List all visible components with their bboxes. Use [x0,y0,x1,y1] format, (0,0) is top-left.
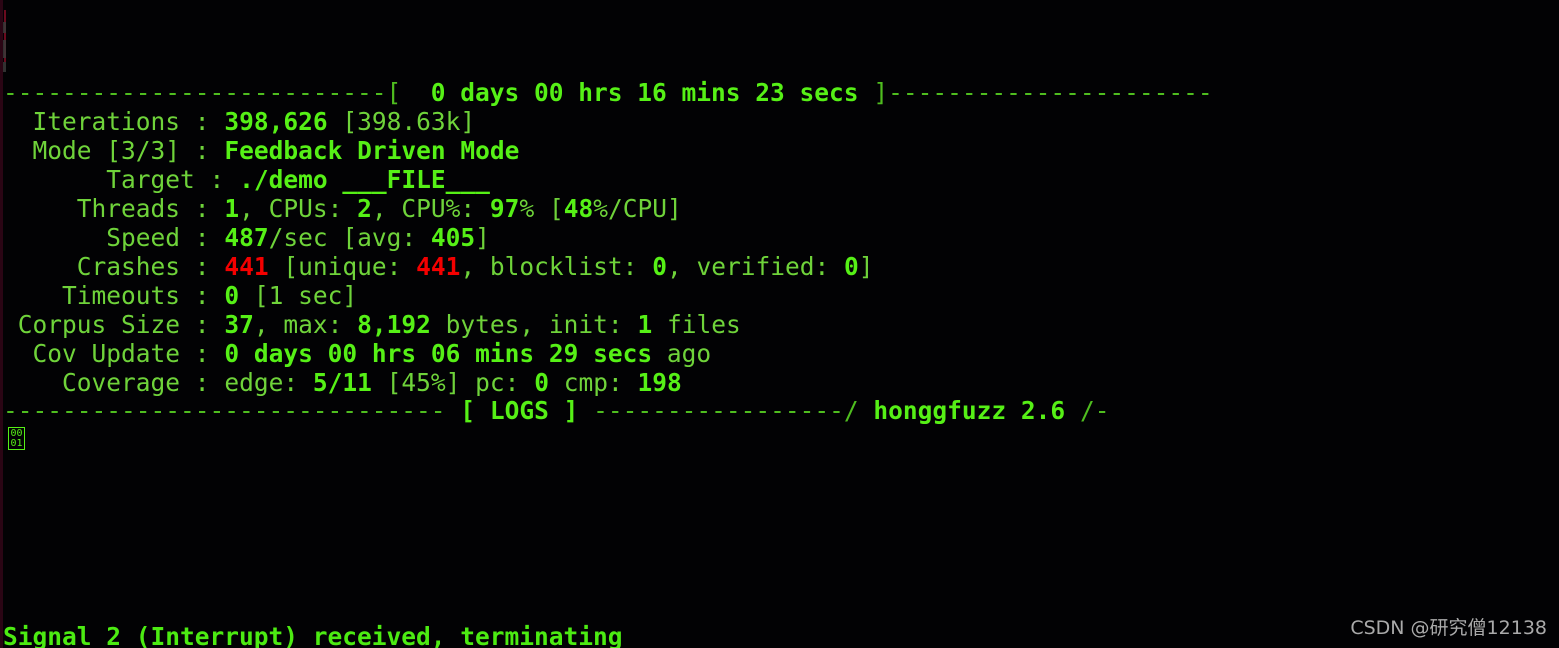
corpus-bytes-label: bytes, init: [445,310,623,339]
threads-separator: : [194,194,210,223]
cov-update-label: Cov Update [32,339,181,368]
stat-row-cov-update: Cov Update : 0 days 00 hrs 06 mins 29 se… [3,339,712,368]
coverage-cmp-label: cmp: [563,368,623,397]
left-edge-mark [3,40,6,58]
cpus-count: 2 [357,194,372,223]
threads-label: Threads [76,194,181,223]
per-cpu-value: 48 [563,194,594,223]
logs-bracket-open: [ [460,396,476,425]
coverage-pc-label: pc: [475,368,520,397]
coverage-pc-value: 0 [534,368,549,397]
corpus-init-value: 1 [637,310,653,339]
per-cpu-suffix: %/CPU] [593,194,682,223]
mode-label: Mode [3/3] [32,136,181,165]
iterations-suffix: [398.63k] [342,107,476,136]
header-bracket-close: ] [873,78,889,107]
corpus-files-label: files [666,310,741,339]
corpus-label: Corpus Size [17,310,181,339]
timeouts-value: 0 [224,281,240,310]
crashes-verified-value: 0 [843,252,859,281]
logs-divider: ------------------------------ [ LOGS ] … [3,396,1109,425]
coverage-edge-value: 5/11 [312,368,372,397]
tofu-hex-bottom: 01 [10,437,23,449]
stat-row-target: Target : ./demo ___FILE___ [3,165,490,194]
cpu-percent-value: 97 [489,194,520,223]
stat-row-timeouts: Timeouts : 0 [1 sec] [3,281,357,310]
corpus-max-value: 8,192 [357,310,431,339]
percent-sign: % [519,194,535,223]
cov-update-value: 0 days 00 hrs 06 mins 29 secs [224,339,653,368]
stat-row-mode: Mode [3/3] : Feedback Driven Mode [3,136,520,165]
coverage-label: Coverage [62,368,181,397]
crashes-label: Crashes [76,252,181,281]
crashes-blocklist-label: , blocklist: [460,252,638,281]
speed-label: Speed [106,223,181,252]
csdn-watermark: CSDN @研究僧12138 [1350,617,1547,639]
stat-row-coverage: Coverage : edge: 5/11 [45%] pc: 0 cmp: 1… [3,368,682,397]
speed-avg-label: [avg: [342,223,417,252]
threads-count: 1 [224,194,240,223]
speed-avg-close: ] [475,223,490,252]
iterations-label: Iterations [32,107,181,136]
mode-separator: : [194,136,210,165]
logs-rule-right: -----------------/ [593,396,859,425]
crashes-verified-label: , verified: [666,252,830,281]
crashes-count: 441 [224,252,269,281]
tofu-hex-top: 00 [10,427,23,439]
timeouts-separator: : [194,281,210,310]
signal-message-row: Signal 2 (Interrupt) received, terminati… [3,622,623,648]
target-label: Target [106,165,195,194]
target-file-token: ___FILE___ [342,165,490,194]
logs-bracket-close: ] [563,396,579,425]
iterations-separator: : [194,107,210,136]
crashes-close: ] [858,252,874,281]
crashes-unique-label: [unique: [283,252,402,281]
terminal-window[interactable]: --------------------------[ 0 days 00 hr… [0,0,1559,648]
crashes-separator: : [194,252,210,281]
cpus-label: , CPUs: [239,194,343,223]
stat-row-speed: Speed : 487/sec [avg: 405] [3,223,490,252]
corpus-max-label: , max: [253,310,343,339]
per-cpu-open: [ [548,194,564,223]
header-rule-right: ---------------------- [888,78,1213,107]
speed-avg-value: 405 [430,223,476,252]
corpus-size-value: 37 [224,310,254,339]
cov-update-suffix: ago [666,339,712,368]
cov-update-separator: : [194,339,210,368]
header-divider: --------------------------[ 0 days 00 hr… [3,78,1213,107]
mode-value: Feedback Driven Mode [224,136,520,165]
iterations-value: 398,626 [224,107,328,136]
crashes-blocklist-value: 0 [652,252,667,281]
signal-message: Signal 2 (Interrupt) received, terminati… [3,622,623,648]
coverage-separator: : [194,368,210,397]
stat-row-iterations: Iterations : 398,626 [398.63k] [3,107,476,136]
speed-unit: /sec [268,223,328,252]
stat-row-threads: Threads : 1, CPUs: 2, CPU%: 97% [48%/CPU… [3,194,682,223]
coverage-cmp-value: 198 [637,368,682,397]
stat-row-crashes: Crashes : 441 [unique: 441, blocklist: 0… [3,252,874,281]
control-char-tofu-icon: 00 01 [8,427,25,450]
header-bracket-open: [ [386,78,402,107]
honggfuzz-brand: honggfuzz 2.6 [873,396,1066,425]
logs-rule-tail: /- [1079,396,1110,425]
header-rule-left: -------------------------- [3,78,387,107]
timeouts-label: Timeouts [62,281,181,310]
speed-separator: : [194,223,210,252]
target-separator: : [209,165,225,194]
crashes-unique-value: 441 [416,252,461,281]
left-edge-mark [3,62,6,72]
coverage-edge-percent: [45%] [386,368,461,397]
speed-value: 487 [224,223,269,252]
left-edge-mark [3,22,6,33]
timeouts-suffix: [1 sec] [253,281,358,310]
stat-row-corpus: Corpus Size : 37, max: 8,192 bytes, init… [3,310,741,339]
elapsed-time: 0 days 00 hrs 16 mins 23 secs [430,78,859,107]
cpu-percent-label: , CPU%: [371,194,476,223]
target-binary: ./demo [239,165,328,194]
corpus-separator: : [194,310,210,339]
logs-rule-left: ------------------------------ [3,396,446,425]
coverage-edge-label: edge: [224,368,299,397]
logs-title: LOGS [489,396,549,425]
